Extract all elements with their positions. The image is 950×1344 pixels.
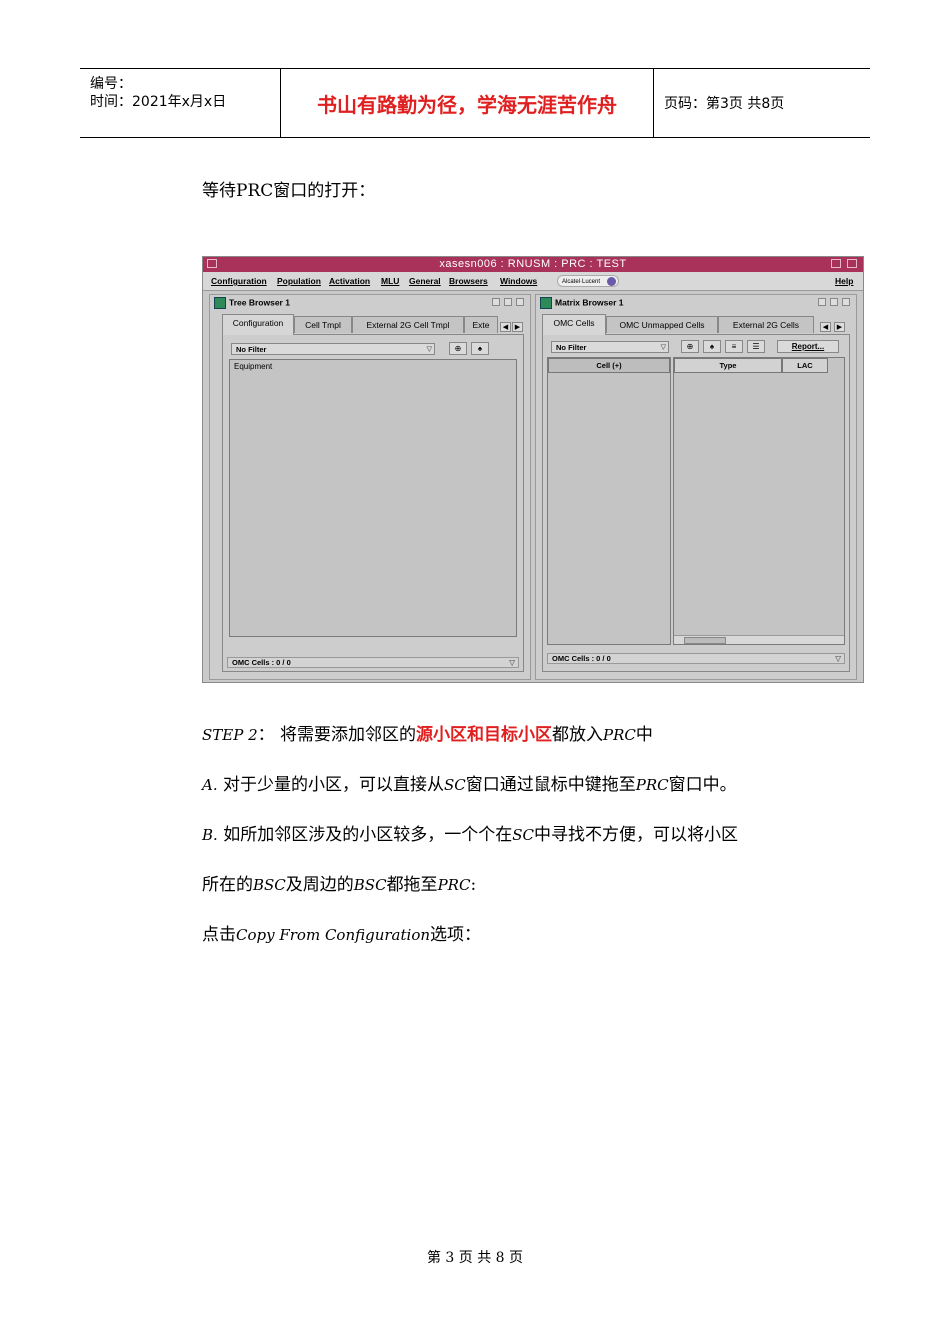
window-title: xasesn006 : RNUSM : PRC : TEST — [439, 258, 627, 270]
tree-root-equipment[interactable]: Equipment — [234, 362, 272, 371]
window-titlebar: xasesn006 : RNUSM : PRC : TEST — [203, 257, 863, 272]
tree-status-bar: OMC Cells : 0 / 0 ▽ — [227, 657, 519, 668]
panel-maximize-icon[interactable] — [504, 298, 512, 306]
paragraph-copy-from-config: 点击Copy From Configuration选项： — [202, 925, 482, 945]
tab-scroll-right-icon[interactable]: ▶ — [512, 322, 523, 332]
paragraph-b-continued: 所在的BSC及周边的BSC都拖至PRC: — [202, 875, 477, 895]
zoom-search-icon[interactable]: ⊕ — [681, 340, 699, 353]
menu-activation[interactable]: Activation — [329, 276, 370, 286]
menu-population[interactable]: Population — [277, 276, 321, 286]
window-menu-icon[interactable] — [207, 259, 217, 268]
tree-tab-body: No Filter ▽ ⊕ ♠ Equipment OMC Cells : 0 … — [222, 334, 524, 672]
tab-scroll-left-icon[interactable]: ◀ — [500, 322, 511, 332]
tab-omc-cells[interactable]: OMC Cells — [542, 314, 606, 335]
column-header-cell[interactable]: Cell (+) — [548, 358, 670, 373]
page-footer: 第 3 页 共 8 页 — [426, 1250, 524, 1266]
paragraph-step2: STEP 2： 将需要添加邻区的源小区和目标小区都放入PRC中 — [202, 725, 653, 745]
matrix-browser-panel: Matrix Browser 1 OMC Cells OMC Unmapped … — [535, 294, 857, 680]
menu-configuration[interactable]: Configuration — [211, 276, 267, 286]
paragraph-wait-prc: 等待PRC窗口的打开： — [202, 181, 376, 201]
maximize-icon[interactable] — [847, 259, 857, 268]
column-header-type[interactable]: Type — [674, 358, 782, 373]
logo-icon — [607, 277, 616, 286]
minimize-icon[interactable] — [831, 259, 841, 268]
alcatel-lucent-logo: Alcatel·Lucent — [557, 275, 619, 287]
panel-maximize-icon[interactable] — [830, 298, 838, 306]
scrollbar-thumb[interactable] — [684, 637, 726, 644]
list-view-icon[interactable]: ≡ — [725, 340, 743, 353]
menu-windows[interactable]: Windows — [500, 276, 537, 286]
tab-configuration[interactable]: Configuration — [222, 314, 294, 335]
menu-mlu[interactable]: MLU — [381, 276, 399, 286]
matrix-browser-title: Matrix Browser 1 — [540, 297, 624, 309]
matrix-status-bar: OMC Cells : 0 / 0 ▽ — [547, 653, 845, 664]
menu-general[interactable]: General — [409, 276, 441, 286]
cell-list[interactable] — [547, 357, 671, 645]
browser-icon — [540, 297, 552, 309]
tree-view[interactable]: Equipment — [229, 359, 517, 637]
menubar: Configuration Population Activation MLU … — [203, 272, 863, 291]
menu-browsers[interactable]: Browsers — [449, 276, 488, 286]
chevron-down-icon: ▽ — [660, 344, 666, 351]
page-header: 编号： 时间：2021年x月x日 书山有路勤为径，学海无涯苦作舟 页码：第3页 … — [80, 68, 870, 138]
chevron-down-icon: ▽ — [426, 346, 432, 353]
page-number-label: 页码：第3页 共8页 — [664, 96, 785, 112]
detail-view-icon[interactable]: ☰ — [747, 340, 765, 353]
zoom-search-icon[interactable]: ⊕ — [449, 342, 467, 355]
status-dropdown-icon: ▽ — [509, 658, 515, 667]
tab-scroll-right-icon[interactable]: ▶ — [834, 322, 845, 332]
tab-cell-tmpl[interactable]: Cell Tmpl — [294, 316, 352, 333]
matrix-filter-select[interactable]: No Filter ▽ — [551, 341, 669, 353]
prc-window-screenshot: xasesn006 : RNUSM : PRC : TEST Configura… — [202, 256, 864, 683]
panel-close-icon[interactable] — [842, 298, 850, 306]
cell-table[interactable] — [673, 357, 845, 645]
status-dropdown-icon: ▽ — [835, 654, 841, 663]
tab-scroll-left-icon[interactable]: ◀ — [820, 322, 831, 332]
panel-iconify-icon[interactable] — [492, 298, 500, 306]
motto: 书山有路勤为径，学海无涯苦作舟 — [281, 69, 654, 137]
binoculars-icon[interactable]: ♠ — [471, 342, 489, 355]
tree-browser-panel: Tree Browser 1 Configuration Cell Tmpl E… — [209, 294, 531, 680]
serial-label: 编号： — [90, 76, 132, 92]
matrix-tab-body: No Filter ▽ ⊕ ♠ ≡ ☰ Report... Cell (+) T… — [542, 334, 850, 672]
paragraph-a: A. 对于少量的小区，可以直接从SC窗口通过鼠标中键拖至PRC窗口中。 — [202, 775, 737, 795]
panel-close-icon[interactable] — [516, 298, 524, 306]
time-label: 时间：2021年x月x日 — [90, 94, 227, 110]
panel-iconify-icon[interactable] — [818, 298, 826, 306]
tree-browser-title: Tree Browser 1 — [214, 297, 290, 309]
paragraph-b: B. 如所加邻区涉及的小区较多，一个个在SC中寻找不方便，可以将小区 — [202, 825, 738, 845]
tree-filter-select[interactable]: No Filter ▽ — [231, 343, 435, 355]
tab-omc-unmapped-cells[interactable]: OMC Unmapped Cells — [606, 316, 718, 333]
column-header-lac[interactable]: LAC — [782, 358, 828, 373]
header-meta-cell: 编号： 时间：2021年x月x日 — [80, 69, 281, 137]
horizontal-scrollbar[interactable] — [674, 635, 844, 644]
browser-icon — [214, 297, 226, 309]
tab-exte[interactable]: Exte — [464, 316, 498, 333]
binoculars-icon[interactable]: ♠ — [703, 340, 721, 353]
tab-external-2g-cells[interactable]: External 2G Cells — [718, 316, 814, 333]
tab-external-2g-cell-tmpl[interactable]: External 2G Cell Tmpl — [352, 316, 464, 333]
menu-help[interactable]: Help — [835, 276, 853, 286]
report-button[interactable]: Report... — [777, 340, 839, 353]
